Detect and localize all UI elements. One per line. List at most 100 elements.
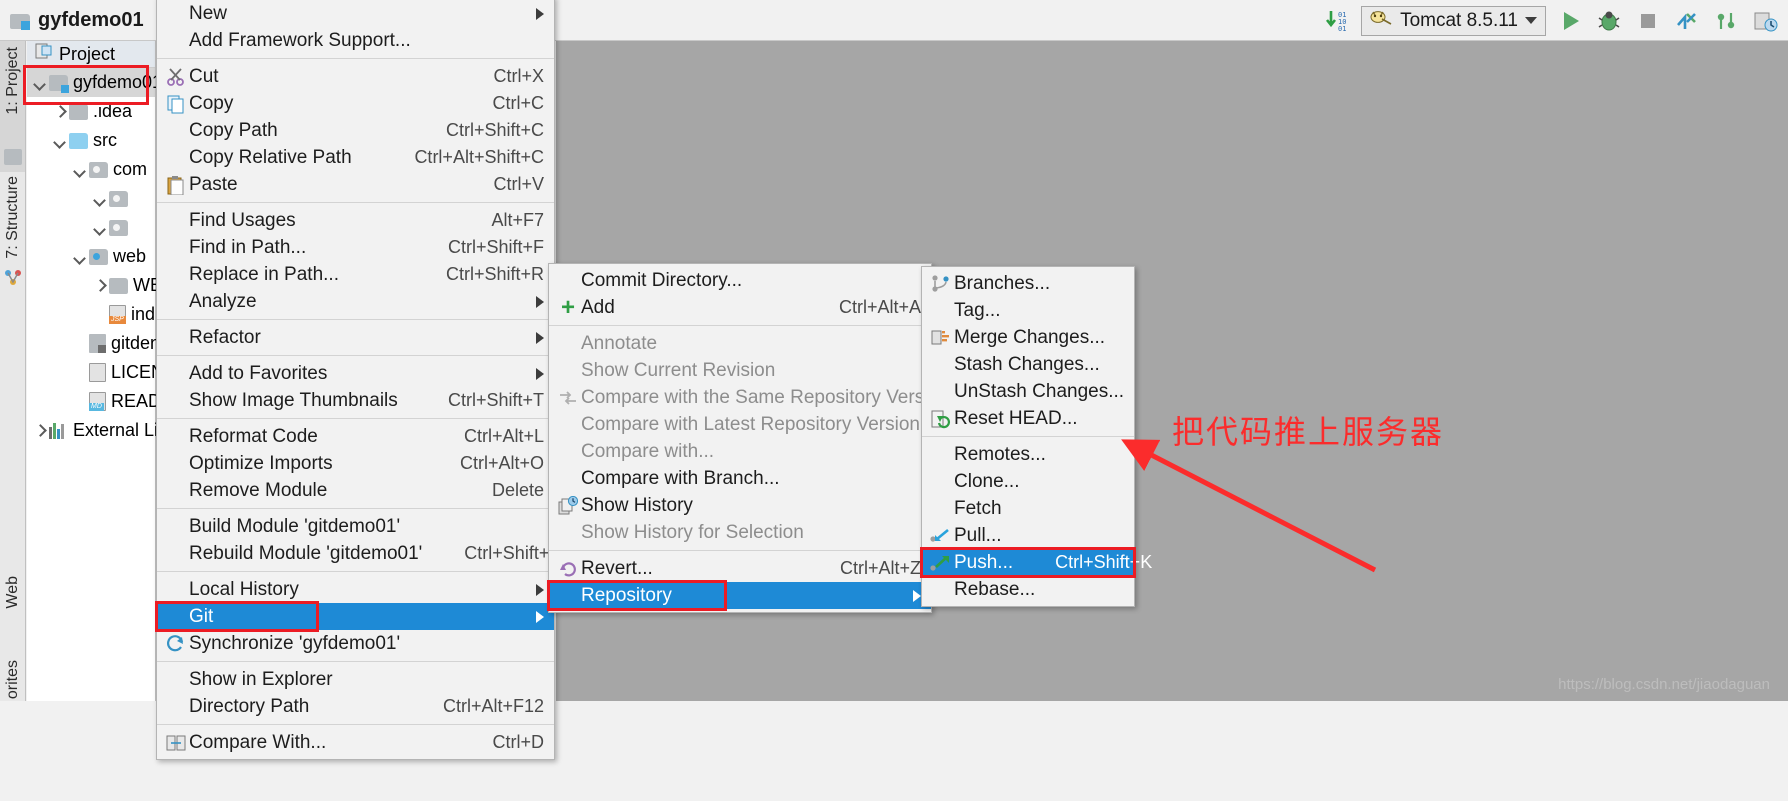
menu-item-shortcut: Ctrl+Shift+T xyxy=(447,390,544,410)
chevron-right-icon[interactable] xyxy=(31,422,49,440)
compare-arrow-icon xyxy=(555,388,581,408)
menu-item-copy-relative-path[interactable]: Copy Relative Path Ctrl+Alt+Shift+C xyxy=(157,144,554,171)
chevron-down-icon[interactable] xyxy=(71,248,89,266)
tree-node[interactable]: src xyxy=(27,126,155,155)
menu-item-show-image-thumbnails[interactable]: Show Image Thumbnails Ctrl+Shift+T xyxy=(157,387,554,414)
chevron-down-icon[interactable] xyxy=(51,132,69,150)
tree-node[interactable]: LICENS xyxy=(27,358,176,387)
sidebar-item-project[interactable]: 1: Project xyxy=(4,47,22,115)
menu-item-shortcut: Ctrl+Alt+L xyxy=(463,426,544,446)
chevron-right-icon[interactable] xyxy=(91,277,109,295)
tree-node[interactable]: com xyxy=(27,155,155,184)
tree-node[interactable] xyxy=(27,213,155,242)
menu-item-analyze[interactable]: Analyze xyxy=(157,288,554,315)
vcs-history-icon[interactable] xyxy=(1750,6,1780,36)
chevron-right-icon[interactable] xyxy=(51,103,69,121)
tree-node-label: src xyxy=(93,130,117,150)
menu-item-local-history[interactable]: Local History xyxy=(157,576,554,603)
menu-item-rebuild-module-gitdemo01[interactable]: Rebuild Module 'gitdemo01' Ctrl+Shift+F9 xyxy=(157,540,570,567)
menu-item-copy[interactable]: Copy Ctrl+C xyxy=(157,90,554,117)
chevron-down-icon[interactable] xyxy=(91,219,109,237)
menu-item-find-in-path[interactable]: Find in Path... Ctrl+Shift+F xyxy=(157,234,554,261)
menu-item-new[interactable]: New xyxy=(157,0,554,27)
tree-node[interactable]: WE xyxy=(27,271,162,300)
menu-item-add[interactable]: + Add Ctrl+Alt+A xyxy=(549,294,931,321)
menu-item-stash-changes[interactable]: Stash Changes... xyxy=(922,351,1134,378)
menu-item-label: Commit Directory... xyxy=(581,269,743,291)
menu-item-reformat-code[interactable]: Reformat Code Ctrl+Alt+L xyxy=(157,423,554,450)
menu-item-cut[interactable]: Cut Ctrl+X xyxy=(157,63,554,90)
debug-icon[interactable] xyxy=(1594,6,1624,36)
vcs-update-icon[interactable] xyxy=(1672,6,1702,36)
menu-item-add-framework-support[interactable]: Add Framework Support... xyxy=(157,27,554,54)
menu-item-git[interactable]: Git xyxy=(157,603,554,630)
menu-item-label: Replace in Path... xyxy=(189,263,339,285)
chevron-down-icon[interactable] xyxy=(1525,17,1537,24)
menu-item-label: Reformat Code xyxy=(189,425,318,447)
menu-item-compare-with[interactable]: Compare With... Ctrl+D xyxy=(157,729,554,756)
menu-item-directory-path[interactable]: Directory Path Ctrl+Alt+F12 xyxy=(157,693,554,720)
menu-item-compare-with-the-same-repository-version[interactable]: Compare with the Same Repository Version xyxy=(549,384,950,411)
sidebar-item-web[interactable]: Web xyxy=(4,576,22,609)
project-tree[interactable]: gyfdemo01 .idea src com web WE JSP ind gitden LIC… xyxy=(27,68,176,445)
chevron-down-icon[interactable] xyxy=(91,190,109,208)
tree-node[interactable]: External Li xyxy=(27,416,158,445)
menu-item-find-usages[interactable]: Find Usages Alt+F7 xyxy=(157,207,554,234)
breadcrumb[interactable]: gyfdemo01 ⟩ xyxy=(10,0,165,41)
submenu-arrow-icon xyxy=(536,331,544,344)
menu-item-remove-module[interactable]: Remove Module Delete xyxy=(157,477,554,504)
module-icon xyxy=(49,74,69,93)
menu-item-optimize-imports[interactable]: Optimize Imports Ctrl+Alt+O xyxy=(157,450,554,477)
sidebar-item-favorites[interactable]: orites xyxy=(4,660,22,699)
menu-item-repository[interactable]: Repository xyxy=(549,582,931,609)
menu-item-show-history-for-selection[interactable]: Show History for Selection xyxy=(549,519,931,546)
menu-item-label: Compare with Branch... xyxy=(581,467,780,489)
context-menu[interactable]: New Add Framework Support... Cut Ctrl+X Copy… xyxy=(155,0,570,760)
menu-item-show-in-explorer[interactable]: Show in Explorer xyxy=(157,666,554,693)
submenu-arrow-icon xyxy=(536,583,544,596)
menu-item-build-module-gitdemo01[interactable]: Build Module 'gitdemo01' xyxy=(157,513,554,540)
menu-item-merge-changes[interactable]: Merge Changes... xyxy=(922,324,1134,351)
menu-item-reset-head[interactable]: Reset HEAD... xyxy=(922,405,1134,432)
menu-item-copy-path[interactable]: Copy Path Ctrl+Shift+C xyxy=(157,117,554,144)
menu-item-label: Analyze xyxy=(189,290,257,312)
menu-item-show-current-revision[interactable]: Show Current Revision xyxy=(549,357,931,384)
menu-item-paste[interactable]: Paste Ctrl+V xyxy=(157,171,554,198)
md-file-icon: MD xyxy=(89,392,106,411)
tree-node[interactable] xyxy=(27,184,155,213)
menu-item-compare-with-branch[interactable]: Compare with Branch... xyxy=(549,465,931,492)
tree-node[interactable]: web xyxy=(27,242,155,271)
menu-item-synchronize-gyfdemo01[interactable]: Synchronize 'gyfdemo01' xyxy=(157,630,554,657)
tree-node[interactable]: JSP ind xyxy=(27,300,155,329)
vcs-commit-icon[interactable] xyxy=(1711,6,1741,36)
tree-node-spacer xyxy=(71,393,89,411)
annotation-arrow-icon xyxy=(1121,439,1377,573)
menu-item-label: Rebase... xyxy=(954,578,1036,600)
download-updates-icon[interactable]: 01 10 01 xyxy=(1322,6,1352,36)
menu-item-annotate[interactable]: Annotate xyxy=(549,330,931,357)
tree-node[interactable]: .idea xyxy=(27,97,155,126)
tree-node[interactable]: gyfdemo01 xyxy=(27,68,162,97)
menu-item-commit-directory[interactable]: Commit Directory... xyxy=(549,267,931,294)
menu-item-add-to-favorites[interactable]: Add to Favorites xyxy=(157,360,554,387)
stop-icon[interactable] xyxy=(1633,6,1663,36)
chevron-down-icon[interactable] xyxy=(71,161,89,179)
git-submenu[interactable]: Commit Directory... + Add Ctrl+Alt+A Annotat… xyxy=(547,263,950,613)
tree-node[interactable]: gitden xyxy=(27,329,160,358)
menu-item-branches[interactable]: Branches... xyxy=(922,270,1134,297)
menu-item-refactor[interactable]: Refactor xyxy=(157,324,554,351)
tree-node[interactable]: MD READM xyxy=(27,387,176,416)
menu-item-show-history[interactable]: Show History xyxy=(549,492,931,519)
menu-item-revert[interactable]: Revert... Ctrl+Alt+Z xyxy=(549,555,931,582)
menu-item-tag[interactable]: Tag... xyxy=(922,297,1134,324)
menu-item-unstash-changes[interactable]: UnStash Changes... xyxy=(922,378,1134,405)
submenu-arrow-icon xyxy=(913,589,921,602)
menu-item-rebase[interactable]: Rebase... xyxy=(922,576,1134,603)
menu-item-compare-with-latest-repository-version[interactable]: Compare with Latest Repository Version xyxy=(549,411,931,438)
run-icon[interactable] xyxy=(1555,6,1585,36)
sidebar-item-structure[interactable]: 7: Structure xyxy=(4,176,22,259)
menu-item-compare-with[interactable]: Compare with... xyxy=(549,438,931,465)
menu-item-replace-in-path[interactable]: Replace in Path... Ctrl+Shift+R xyxy=(157,261,554,288)
chevron-down-icon[interactable] xyxy=(31,74,49,92)
run-configuration-selector[interactable]: Tomcat 8.5.11 xyxy=(1361,5,1546,36)
